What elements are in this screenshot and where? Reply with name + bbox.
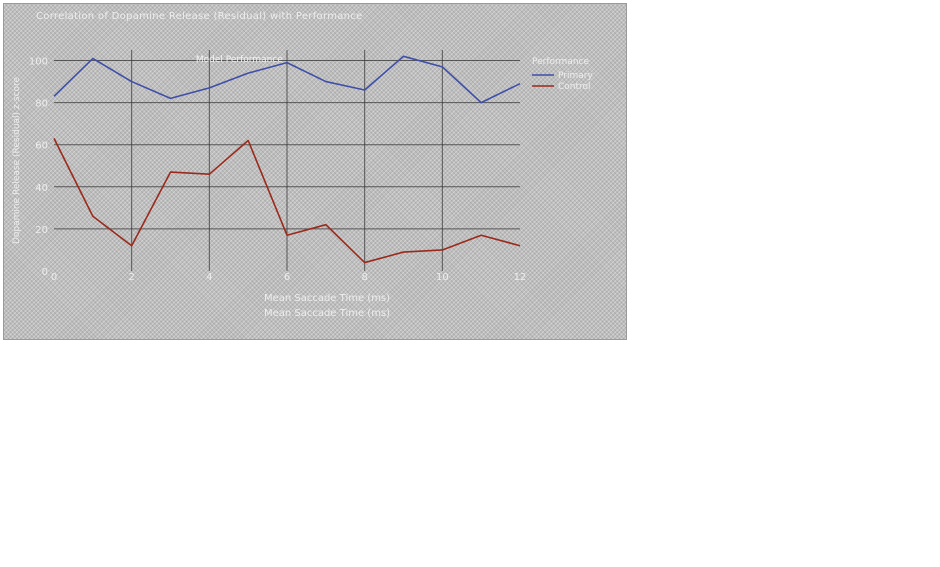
x-tick-label: 4: [206, 272, 212, 283]
y-tick-label: 60: [35, 141, 48, 152]
y-tick-label: 0: [42, 267, 48, 278]
chart-panel: Correlation of Dopamine Release (Residua…: [3, 3, 627, 340]
y-tick-label: 40: [35, 183, 48, 194]
y-axis-label: Dopamine Release (Residual) z-score: [12, 76, 22, 244]
chart-annotation: Model Performance: [196, 55, 283, 65]
y-tick-label: 100: [29, 57, 48, 68]
y-tick-label: 20: [35, 225, 48, 236]
x-tick-label: 2: [128, 272, 134, 283]
x-axis-label-secondary: Mean Saccade Time (ms): [264, 308, 390, 319]
x-tick-label: 6: [284, 272, 290, 283]
x-tick-label: 10: [436, 272, 449, 283]
legend-entry: Control: [558, 82, 591, 92]
x-axis-label: Mean Saccade Time (ms): [264, 293, 390, 304]
x-tick-label: 8: [361, 272, 367, 283]
x-tick-label: 12: [514, 272, 527, 283]
y-tick-label: 80: [35, 99, 48, 110]
legend-entry: Primary: [558, 71, 593, 81]
x-tick-label: 0: [51, 272, 57, 283]
line-chart: 0 20 40 60 80 100 0 2 4 6 8 10 12 Mean Saccade Time (…: [12, 50, 593, 319]
legend-title: Performance: [532, 57, 589, 67]
